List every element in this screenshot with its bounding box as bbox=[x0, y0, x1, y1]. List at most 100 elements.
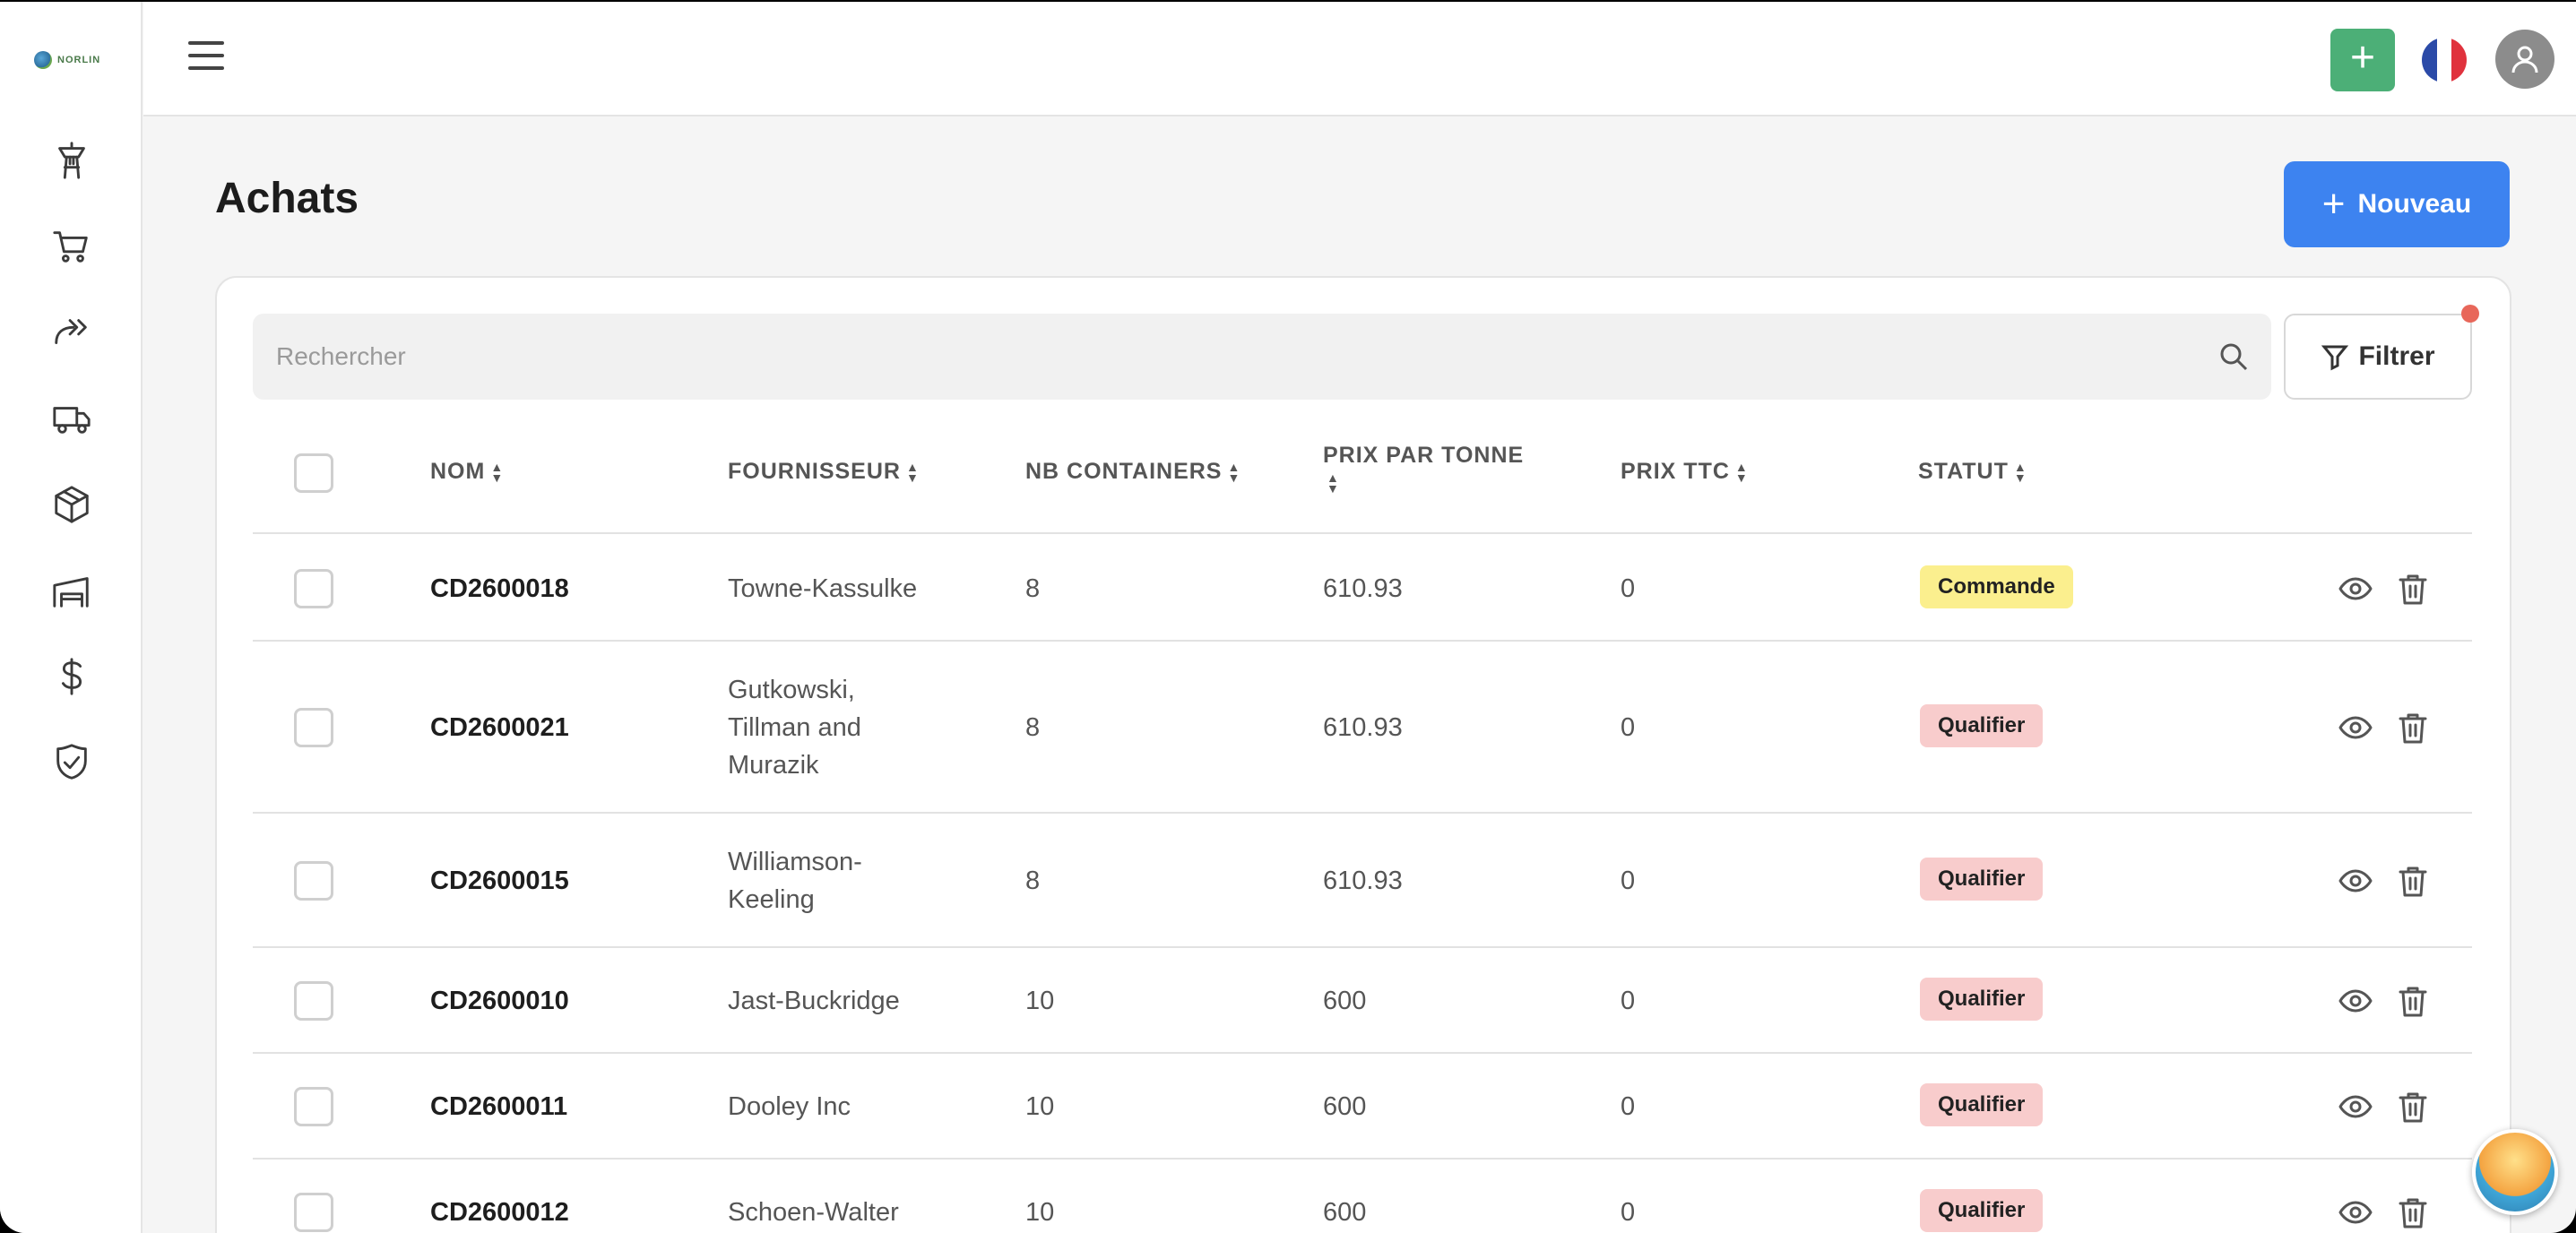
control-tower-icon bbox=[58, 142, 85, 179]
column-label: STATUT bbox=[1918, 459, 2009, 484]
price-ttc-cell: 0 bbox=[1621, 713, 1636, 742]
supplier-line: Schoen-Walter bbox=[728, 1198, 899, 1227]
purchase-name[interactable]: CD2600015 bbox=[430, 862, 569, 900]
column-header-prix-par-tonne[interactable]: PRIX PAR TONNE ▲ ▼ bbox=[1323, 443, 1524, 495]
supplier-line: Dooley Inc bbox=[728, 1092, 851, 1121]
search-input[interactable] bbox=[276, 314, 2203, 400]
row-checkbox[interactable] bbox=[294, 861, 333, 901]
select-all-checkbox[interactable] bbox=[294, 453, 333, 493]
delete-trash-icon[interactable] bbox=[2395, 571, 2431, 607]
app-window: NORLIN + Achats + Nouveau Rechercher Fil… bbox=[0, 2, 2576, 1233]
price-ttc-cell: 0 bbox=[1621, 1198, 1636, 1227]
assistant-launcher-icon[interactable] bbox=[2472, 1129, 2558, 1215]
sidebar-item-qualite[interactable] bbox=[49, 740, 94, 785]
logo-text: NORLIN bbox=[57, 55, 101, 65]
new-button-label: Nouveau bbox=[2357, 189, 2472, 219]
purchase-name[interactable]: CD2600012 bbox=[430, 1194, 569, 1231]
view-eye-icon[interactable] bbox=[2338, 983, 2373, 1019]
row-checkbox[interactable] bbox=[294, 708, 333, 747]
table-row[interactable]: CD2600015 Williamson- Keeling 8 610.93 0 Quali… bbox=[253, 814, 2472, 948]
page-title: Achats bbox=[215, 175, 359, 222]
row-checkbox[interactable] bbox=[294, 569, 333, 608]
column-header-nb-containers[interactable]: NB CONTAINERS ▲ ▼ bbox=[1025, 459, 1240, 485]
delete-trash-icon[interactable] bbox=[2395, 863, 2431, 899]
status-badge: Qualifier bbox=[1920, 704, 2044, 747]
filter-button[interactable]: Filtrer bbox=[2284, 314, 2472, 400]
supplier-line: Keeling bbox=[728, 885, 815, 914]
supplier-line: Williamson- bbox=[728, 848, 862, 876]
supplier-line: Gutkowski, bbox=[728, 676, 855, 704]
view-eye-icon[interactable] bbox=[2338, 710, 2373, 746]
price-per-ton-cell: 600 bbox=[1323, 1092, 1367, 1121]
price-ttc-cell: 0 bbox=[1621, 987, 1636, 1015]
delete-trash-icon[interactable] bbox=[2395, 1194, 2431, 1230]
view-eye-icon[interactable] bbox=[2338, 863, 2373, 899]
delete-trash-icon[interactable] bbox=[2395, 983, 2431, 1019]
purchase-name[interactable]: CD2600010 bbox=[430, 982, 569, 1020]
shield-check-icon bbox=[56, 744, 87, 780]
table-row[interactable]: CD2600011 Dooley Inc 10 600 0 Qualifier bbox=[253, 1054, 2472, 1160]
funnel-icon bbox=[2321, 345, 2349, 371]
new-purchase-button[interactable]: + Nouveau bbox=[2284, 161, 2510, 247]
supplier-line: Towne-Kassulke bbox=[728, 574, 918, 603]
view-eye-icon[interactable] bbox=[2338, 1194, 2373, 1230]
containers-cell: 10 bbox=[1025, 1092, 1055, 1121]
table-row[interactable]: CD2600021 Gutkowski, Tillman and Murazik 8 61… bbox=[253, 642, 2472, 814]
delete-trash-icon[interactable] bbox=[2395, 1089, 2431, 1125]
containers-cell: 8 bbox=[1025, 713, 1041, 742]
column-label: FOURNISSEUR bbox=[728, 459, 901, 484]
sidebar-item-ventes[interactable] bbox=[49, 310, 94, 355]
search-bar bbox=[253, 314, 2271, 400]
row-checkbox[interactable] bbox=[294, 1087, 333, 1126]
search-icon[interactable] bbox=[2217, 341, 2250, 373]
row-checkbox[interactable] bbox=[294, 981, 333, 1021]
purchase-name[interactable]: CD2600018 bbox=[430, 570, 569, 608]
purchase-name[interactable]: CD2600021 bbox=[430, 709, 569, 746]
plus-icon: + bbox=[2321, 182, 2346, 226]
purchase-name[interactable]: CD2600011 bbox=[430, 1088, 567, 1125]
language-flag-fr-icon[interactable] bbox=[2422, 38, 2467, 82]
price-ttc-cell: 0 bbox=[1621, 867, 1636, 895]
user-avatar[interactable] bbox=[2495, 30, 2554, 89]
menu-toggle-icon[interactable] bbox=[188, 41, 224, 73]
containers-cell: 10 bbox=[1025, 987, 1055, 1015]
sidebar-item-achats[interactable] bbox=[49, 224, 94, 269]
price-per-ton-cell: 610.93 bbox=[1323, 867, 1403, 895]
view-eye-icon[interactable] bbox=[2338, 571, 2373, 607]
sidebar-item-dashboard[interactable] bbox=[49, 138, 94, 183]
view-eye-icon[interactable] bbox=[2338, 1089, 2373, 1125]
price-ttc-cell: 0 bbox=[1621, 1092, 1636, 1121]
table-row[interactable]: CD2600012 Schoen-Walter 10 600 0 Qualifier bbox=[253, 1160, 2472, 1233]
table-row[interactable]: CD2600018 Towne-Kassulke 8 610.93 0 Commande bbox=[253, 536, 2472, 642]
sidebar-item-entrepots[interactable] bbox=[49, 568, 94, 613]
price-per-ton-cell: 610.93 bbox=[1323, 713, 1403, 742]
quick-add-button[interactable]: + bbox=[2330, 29, 2395, 91]
supplier-line: Tillman and bbox=[728, 713, 861, 742]
supplier-cell: Schoen-Walter bbox=[728, 1194, 899, 1231]
sidebar-item-transport[interactable] bbox=[49, 396, 94, 441]
purchases-card: Filtrer NOM▲▼ FOURNISSEUR▲▼ NB CONTAINER… bbox=[215, 276, 2511, 1233]
delete-trash-icon[interactable] bbox=[2395, 710, 2431, 746]
status-badge: Qualifier bbox=[1920, 858, 2044, 901]
column-header-statut[interactable]: STATUT ▲ ▼ bbox=[1918, 459, 2027, 485]
status-badge: Qualifier bbox=[1920, 1083, 2044, 1126]
sort-icon: ▲ ▼ bbox=[1734, 459, 1749, 485]
table-row[interactable]: CD2600010 Jast-Buckridge 10 600 0 Qualifier bbox=[253, 948, 2472, 1054]
price-per-ton-cell: 610.93 bbox=[1323, 574, 1403, 603]
sort-icon: ▲ ▼ bbox=[2013, 459, 2027, 485]
column-header-prix-ttc[interactable]: PRIX TTC ▲ ▼ bbox=[1621, 459, 1749, 485]
sidebar-item-produits[interactable] bbox=[49, 482, 94, 527]
containers-cell: 8 bbox=[1025, 574, 1041, 603]
row-checkbox[interactable] bbox=[294, 1193, 333, 1232]
table-header: NOM ▲ ▼ FOURNISSEUR ▲ ▼ NB CONTAINERS ▲ ▼ PRIX… bbox=[253, 428, 2472, 534]
sidebar-item-finances[interactable] bbox=[49, 654, 94, 699]
column-label: PRIX TTC bbox=[1621, 459, 1730, 484]
column-header-fournisseur[interactable]: FOURNISSEUR ▲ ▼ bbox=[728, 459, 920, 485]
column-header-nom[interactable]: NOM ▲ ▼ bbox=[430, 459, 504, 485]
dollar-icon bbox=[61, 658, 82, 695]
containers-cell: 8 bbox=[1025, 867, 1041, 895]
price-per-ton-cell: 600 bbox=[1323, 987, 1367, 1015]
package-icon bbox=[55, 486, 89, 523]
supplier-cell: Dooley Inc bbox=[728, 1088, 851, 1125]
truck-icon bbox=[53, 407, 91, 434]
